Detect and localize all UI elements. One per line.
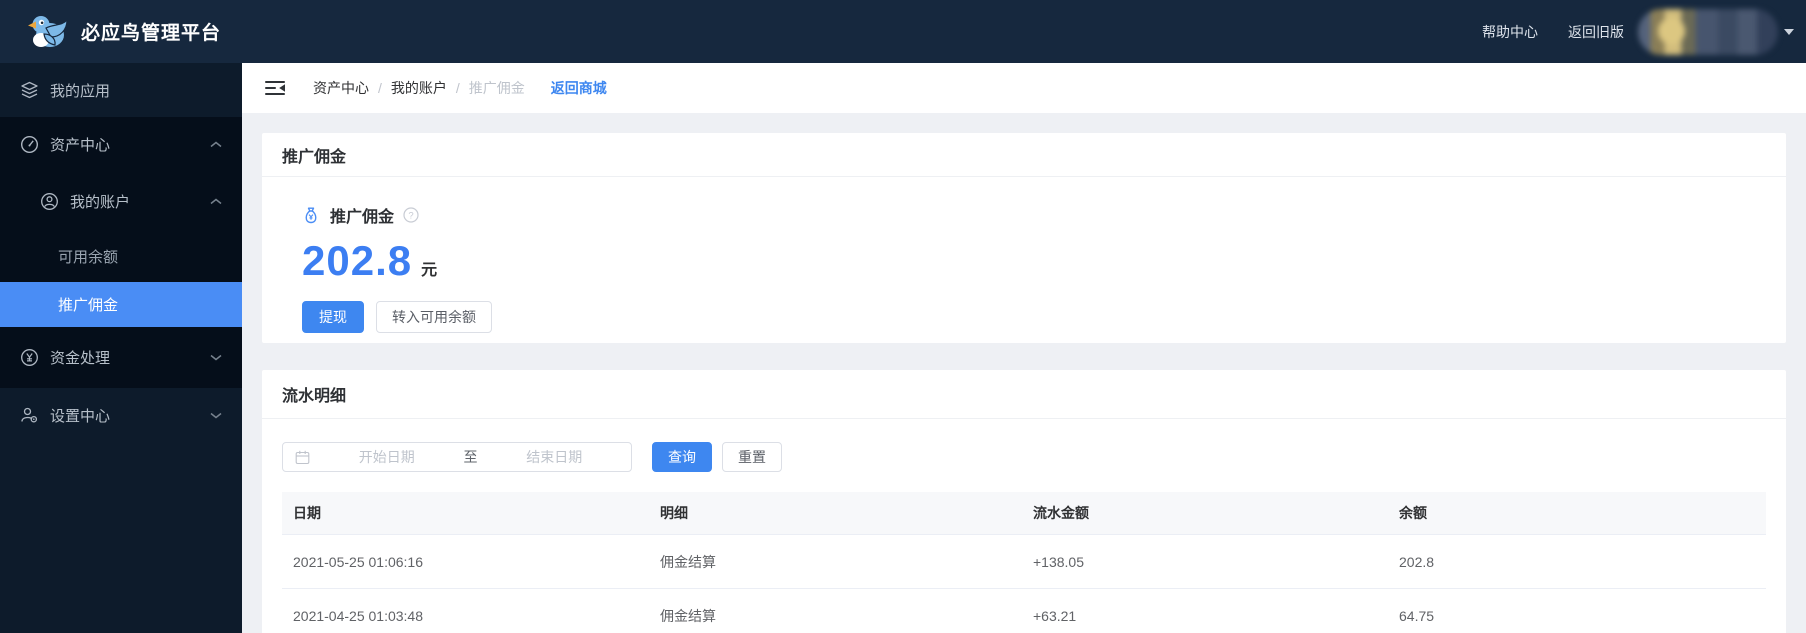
svg-text:?: ? [408, 210, 413, 221]
search-button[interactable]: 查询 [652, 442, 712, 472]
old-version-link[interactable]: 返回旧版 [1568, 22, 1624, 42]
end-date-placeholder: 结束日期 [526, 449, 583, 465]
cell-amount: +63.21 [1033, 607, 1077, 624]
column-header-detail: 明细 [660, 505, 688, 521]
user-circle-icon [41, 192, 58, 210]
cell-balance: 64.75 [1399, 607, 1435, 624]
chevron-down-icon [210, 354, 222, 361]
user-gear-icon [21, 407, 38, 423]
chevron-up-icon [210, 198, 222, 204]
help-center-link[interactable]: 帮助中心 [1482, 22, 1538, 42]
main-content: 资产中心 / 我的账户 / 推广佣金 返回商城 推广佣金 推广佣金 ? 202.… [242, 63, 1806, 633]
top-navbar: 必应鸟管理平台 帮助中心 返回旧版 [0, 0, 1806, 63]
sidebar-item-asset-center[interactable]: 资产中心 [0, 117, 242, 172]
sidebar-item-label: 设置中心 [50, 408, 111, 425]
sidebar-item-funds-processing[interactable]: 资金处理 [0, 327, 242, 388]
commission-amount-row: 202.8 元 [302, 237, 1766, 285]
flow-filter-row: 开始日期 至 结束日期 查询 重置 [282, 442, 1766, 472]
range-separator: 至 [463, 449, 478, 465]
cell-balance: 202.8 [1399, 553, 1435, 570]
commission-label-row: 推广佣金 ? [302, 203, 1766, 227]
sidebar-item-label: 我的应用 [50, 82, 111, 100]
reset-button[interactable]: 重置 [722, 442, 782, 472]
breadcrumb-current: 推广佣金 [468, 80, 525, 96]
cell-date: 2021-05-25 01:06:16 [293, 553, 423, 570]
back-to-mall-link[interactable]: 返回商城 [551, 78, 607, 98]
gauge-icon [20, 135, 39, 154]
bird-logo-icon [28, 15, 68, 47]
breadcrumb: 资产中心 / 我的账户 / 推广佣金 [313, 78, 525, 98]
flow-detail-card: 流水明细 开始日期 至 结束日期 查询 重置 日期 明细 流水金额 余额 202… [262, 370, 1786, 633]
commission-card-body: 推广佣金 ? 202.8 元 提现 转入可用余额 [262, 177, 1786, 333]
sidebar-item-promotion-commission[interactable]: 推广佣金 [0, 282, 242, 327]
commission-actions: 提现 转入可用余额 [302, 301, 1766, 333]
date-range-input[interactable]: 开始日期 至 结束日期 [282, 442, 632, 472]
transfer-to-balance-button[interactable]: 转入可用余额 [376, 301, 492, 333]
sidebar-item-label: 资产中心 [50, 137, 111, 154]
menu-fold-icon[interactable] [265, 80, 285, 96]
sidebar-menu: 我的应用 资产中心 我的账户 可用余额 推广佣金 资金处理 设置中心 [0, 63, 242, 633]
table-header-row: 日期 明细 流水金额 余额 [282, 492, 1766, 535]
caret-down-icon[interactable] [1784, 28, 1794, 35]
commission-amount: 202.8 [302, 237, 413, 284]
column-header-balance: 余额 [1399, 505, 1427, 521]
breadcrumb-my-account[interactable]: 我的账户 [391, 78, 447, 98]
chevron-up-icon [210, 141, 222, 148]
sidebar-item-my-apps[interactable]: 我的应用 [0, 63, 242, 117]
cell-detail: 佣金结算 [660, 607, 716, 624]
sidebar-item-label: 可用余额 [58, 248, 119, 266]
table-row: 2021-05-25 01:06:16 佣金结算 +138.05 202.8 [282, 535, 1766, 589]
commission-card: 推广佣金 推广佣金 ? 202.8 元 提现 转入可用余额 [262, 133, 1786, 343]
flow-table: 日期 明细 流水金额 余额 2021-05-25 01:06:16 佣金结算 +… [282, 492, 1766, 633]
cell-date: 2021-04-25 01:03:48 [293, 607, 423, 624]
layers-icon [21, 81, 38, 98]
flow-card-title: 流水明细 [262, 370, 1786, 419]
app-window: 必应鸟管理平台 帮助中心 返回旧版 我的应用 资产中心 我的账户 可用余额 推广… [0, 0, 1806, 633]
brand-logo-block: 必应鸟管理平台 [28, 0, 221, 63]
column-header-date: 日期 [293, 505, 321, 521]
sidebar-item-available-balance[interactable]: 可用余额 [0, 230, 242, 282]
breadcrumb-separator: / [378, 80, 382, 96]
table-row: 2021-04-25 01:03:48 佣金结算 +63.21 64.75 [282, 589, 1766, 633]
commission-card-title: 推广佣金 [262, 133, 1786, 177]
commission-label: 推广佣金 [330, 209, 395, 226]
chevron-down-icon [210, 412, 222, 419]
help-icon[interactable]: ? [403, 207, 419, 223]
sidebar-item-label: 推广佣金 [58, 297, 119, 314]
money-bag-icon [305, 207, 317, 223]
column-header-amount: 流水金额 [1033, 505, 1089, 521]
start-date-placeholder: 开始日期 [358, 449, 415, 465]
topbar-right: 帮助中心 返回旧版 [1482, 0, 1794, 63]
cell-detail: 佣金结算 [660, 553, 716, 570]
commission-unit: 元 [421, 262, 438, 279]
sidebar-item-label: 我的账户 [70, 193, 131, 211]
breadcrumb-asset-center[interactable]: 资产中心 [313, 78, 369, 98]
yen-circle-icon [21, 349, 38, 366]
sidebar-item-my-account[interactable]: 我的账户 [0, 172, 242, 230]
withdraw-button[interactable]: 提现 [302, 301, 364, 333]
breadcrumb-separator: / [455, 80, 460, 96]
app-title: 必应鸟管理平台 [81, 23, 222, 44]
breadcrumb-bar: 资产中心 / 我的账户 / 推广佣金 返回商城 [242, 63, 1806, 113]
calendar-icon [295, 450, 310, 465]
masked-user-badge[interactable] [1638, 8, 1778, 55]
sidebar-item-label: 资金处理 [50, 350, 111, 367]
cell-amount: +138.05 [1033, 553, 1084, 570]
sidebar-item-settings-center[interactable]: 设置中心 [0, 388, 242, 443]
